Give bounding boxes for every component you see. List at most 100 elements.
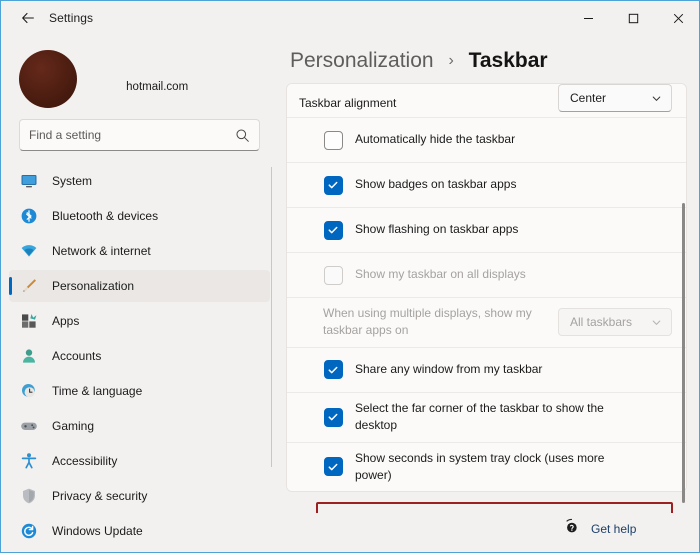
sidebar-item-label: Accessibility	[52, 454, 118, 468]
checkbox-wrapper	[323, 457, 343, 477]
breadcrumb: Personalization › Taskbar	[278, 35, 699, 83]
setting-row-multiple-displays: When using multiple displays, show my ta…	[287, 298, 686, 348]
sidebar-item-bluetooth-devices[interactable]: Bluetooth & devices	[9, 200, 270, 232]
minimize-button[interactable]	[566, 1, 611, 35]
taskbar-all-displays-checkbox	[323, 265, 343, 285]
sidebar-item-privacy-security[interactable]: Privacy & security	[9, 480, 270, 512]
chevron-down-icon	[651, 93, 662, 104]
share-window-checkbox[interactable]	[323, 360, 343, 380]
app-title: Settings	[49, 11, 94, 25]
profile-text: hotmail.com	[91, 66, 188, 93]
sidebar: hotmail.com System	[1, 35, 278, 552]
minimize-icon	[584, 17, 593, 19]
monitor-icon	[19, 171, 39, 191]
maximize-button[interactable]	[611, 1, 656, 35]
sidebar-item-gaming[interactable]: Gaming	[9, 410, 270, 442]
setting-row-far-corner-desktop: Select the far corner of the taskbar to …	[287, 392, 686, 443]
sidebar-item-accessibility[interactable]: Accessibility	[9, 445, 270, 477]
chevron-down-icon	[651, 317, 662, 328]
sidebar-item-personalization[interactable]: Personalization	[9, 270, 270, 302]
sidebar-item-label: Time & language	[52, 384, 143, 398]
checkbox-wrapper	[323, 265, 343, 285]
checkbox-wrapper	[323, 175, 343, 195]
accessibility-icon	[19, 451, 39, 471]
scrollbar[interactable]	[682, 203, 685, 503]
maximize-icon	[628, 13, 639, 23]
sidebar-item-time-language[interactable]: Time & language	[9, 375, 270, 407]
title-bar: Settings	[1, 1, 699, 35]
sidebar-item-label: System	[52, 174, 93, 188]
setting-label: Share any window from my taskbar	[355, 362, 543, 377]
breadcrumb-parent[interactable]: Personalization	[290, 49, 434, 72]
footer: Get help	[563, 518, 636, 540]
setting-label: Show seconds in system tray clock (uses …	[355, 450, 605, 482]
avatar	[19, 50, 77, 108]
show-flashing-checkbox[interactable]	[323, 220, 343, 240]
setting-label: Select the far corner of the taskbar to …	[355, 400, 604, 433]
sidebar-item-system[interactable]: System	[9, 165, 270, 197]
check-icon	[328, 413, 338, 421]
check-icon	[328, 181, 338, 189]
settings-scroll-area: Taskbar alignment Center Automatically h…	[286, 83, 687, 513]
search-box[interactable]	[19, 119, 260, 151]
annotation-highlight-box	[316, 502, 673, 513]
dropdown-value: All taskbars	[570, 315, 633, 330]
user-email-blurred	[91, 81, 126, 93]
settings-window: Settings hotmail.com Find a setting Syst…	[0, 0, 700, 553]
far-corner-desktop-checkbox[interactable]	[323, 407, 343, 427]
check-icon	[328, 463, 338, 471]
search-icon	[236, 128, 249, 142]
setting-row-auto-hide-taskbar: Automatically hide the taskbar	[287, 118, 686, 163]
wifi-icon	[19, 241, 39, 261]
show-badges-checkbox[interactable]	[323, 175, 343, 195]
breadcrumb-separator: ›	[448, 52, 454, 69]
check-icon	[328, 366, 338, 374]
sidebar-divider	[271, 167, 272, 467]
sidebar-item-label: Apps	[52, 314, 80, 328]
setting-label: Show badges on taskbar apps	[355, 177, 517, 192]
user-email-domain: hotmail.com	[126, 80, 189, 93]
sidebar-item-windows-update[interactable]: Windows Update	[9, 515, 270, 547]
checkbox-wrapper	[323, 360, 343, 380]
sidebar-item-label: Personalization	[52, 279, 135, 293]
user-name	[91, 66, 188, 78]
user-profile[interactable]: hotmail.com	[1, 35, 278, 109]
get-help-link[interactable]: Get help	[591, 522, 636, 536]
settings-card: Taskbar alignment Center Automatically h…	[286, 83, 687, 493]
back-button[interactable]	[11, 3, 45, 33]
bluetooth-icon	[19, 206, 39, 226]
close-button[interactable]	[656, 1, 699, 35]
auto-hide-taskbar-checkbox[interactable]	[323, 130, 343, 150]
setting-row-taskbar-all-displays: Show my taskbar on all displays	[287, 253, 686, 298]
sidebar-item-label: Accounts	[52, 349, 102, 363]
clock-icon	[19, 381, 39, 401]
update-icon	[19, 521, 39, 541]
multiple-displays-dropdown: All taskbars	[558, 308, 672, 337]
back-arrow-icon	[22, 12, 34, 24]
sidebar-item-apps[interactable]: Apps	[9, 305, 270, 337]
show-seconds-clock-checkbox[interactable]	[323, 457, 343, 477]
setting-label: Taskbar alignment	[299, 95, 397, 110]
search-input[interactable]	[29, 128, 235, 142]
user-email: hotmail.com	[91, 81, 188, 93]
window-controls	[566, 1, 699, 35]
sidebar-item-accounts[interactable]: Accounts	[9, 340, 270, 372]
main-content: Personalization › Taskbar Taskbar alignm…	[278, 35, 699, 552]
gamepad-icon	[19, 416, 39, 436]
sidebar-item-label: Bluetooth & devices	[52, 209, 159, 223]
sidebar-item-label: Windows Update	[52, 524, 143, 538]
shield-icon	[19, 486, 39, 506]
setting-row-taskbar-alignment: Taskbar alignment Center	[287, 84, 686, 118]
paintbrush-icon	[19, 276, 39, 296]
check-icon	[328, 226, 338, 234]
checkbox-wrapper	[323, 220, 343, 240]
help-icon	[563, 518, 580, 540]
sidebar-item-network-internet[interactable]: Network & internet	[9, 235, 270, 267]
page-title: Taskbar	[468, 49, 548, 72]
setting-row-share-window: Share any window from my taskbar	[287, 347, 686, 393]
setting-row-show-badges: Show badges on taskbar apps	[287, 163, 686, 208]
checkbox-wrapper	[323, 130, 343, 150]
setting-label: Show flashing on taskbar apps	[355, 222, 519, 237]
taskbar-alignment-dropdown[interactable]: Center	[558, 84, 672, 112]
setting-row-show-flashing: Show flashing on taskbar apps	[287, 208, 686, 253]
